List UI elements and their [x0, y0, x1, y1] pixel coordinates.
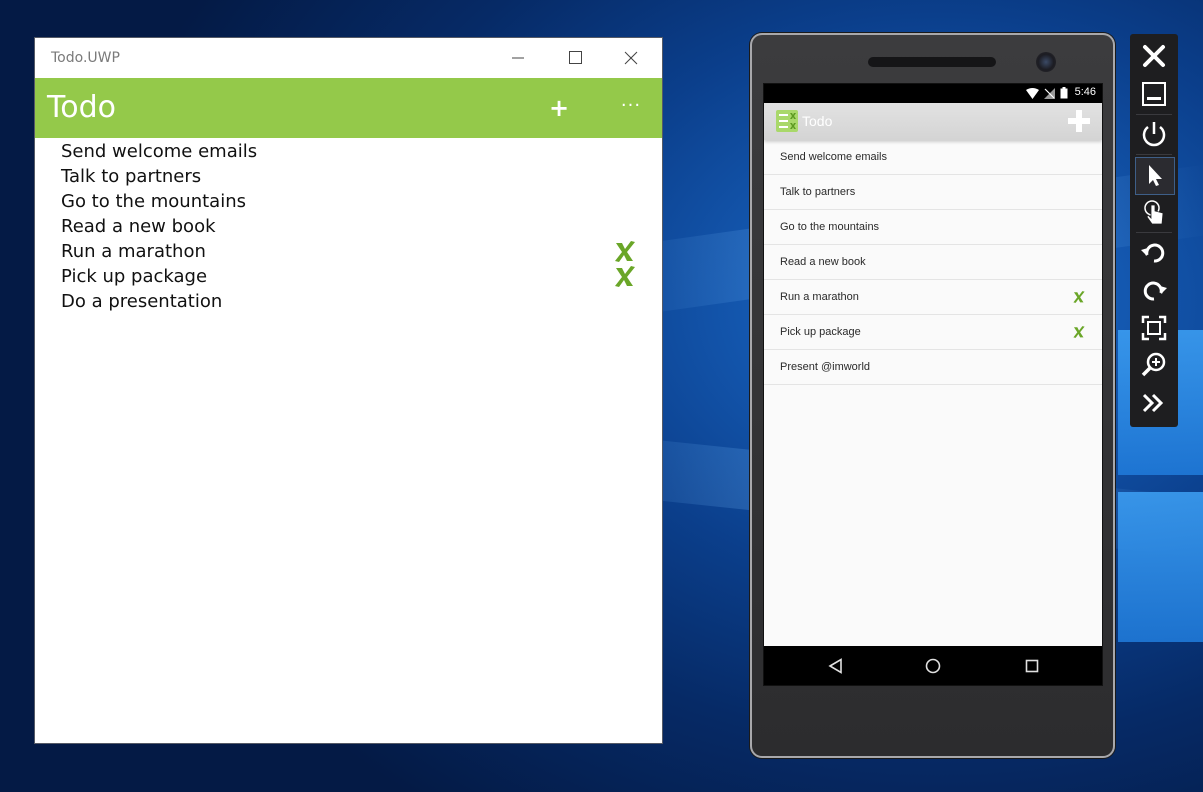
phone-camera [1036, 52, 1056, 72]
check-mark-icon [1073, 291, 1085, 303]
page-title: Todo [47, 90, 116, 125]
todo-list: Send welcome emails Talk to partners Go … [35, 139, 662, 314]
emulator-toolbar [1130, 34, 1178, 427]
rotate-right-icon[interactable] [1138, 274, 1170, 306]
page-title: Todo [802, 113, 833, 129]
android-app-bar: Todo [764, 103, 1102, 140]
more-options-button[interactable]: ··· [615, 88, 647, 128]
todo-item-label: Present @imworld [780, 361, 871, 373]
todo-item[interactable]: Talk to partners [35, 164, 662, 189]
minimize-button[interactable] [490, 38, 547, 78]
close-icon [624, 51, 638, 65]
todo-item[interactable]: Talk to partners [764, 175, 1102, 210]
zoom-icon[interactable] [1138, 349, 1170, 381]
desktop-background: Todo.UWP Todo + ··· Send welcome emails … [0, 0, 1203, 792]
toolbar-divider [1136, 232, 1172, 233]
status-time: 5:46 [1074, 86, 1096, 98]
todo-item[interactable]: Do a presentation [35, 289, 662, 314]
toolbar-divider [1136, 154, 1172, 155]
todo-item[interactable]: Read a new book [35, 214, 662, 239]
signal-icon [1044, 88, 1055, 99]
minimize-icon [512, 57, 524, 59]
android-navigation-bar [764, 646, 1102, 685]
toolbar-divider [1136, 114, 1172, 115]
phone-speaker [868, 57, 996, 67]
background-window-pane [1118, 492, 1203, 642]
todo-item[interactable]: Run a marathon [35, 239, 662, 264]
android-emulator-device: 5:46 Todo Send welcome emails Talk to pa… [750, 33, 1115, 758]
power-icon[interactable] [1138, 118, 1170, 150]
maximize-button[interactable] [547, 38, 604, 78]
todo-item-label: Talk to partners [780, 186, 856, 198]
todo-item-label: Pick up package [61, 266, 208, 287]
recent-apps-button[interactable] [1022, 656, 1042, 676]
todo-item-label: Read a new book [61, 216, 216, 237]
back-button[interactable] [826, 656, 846, 676]
home-button[interactable] [923, 656, 943, 676]
todo-item[interactable]: Present @imworld [764, 350, 1102, 385]
todo-item-label: Run a marathon [61, 241, 206, 262]
close-icon[interactable] [1138, 40, 1170, 72]
app-header-bar: Todo + ··· [35, 78, 662, 138]
todo-item[interactable]: Run a marathon [764, 280, 1102, 315]
phone-screen: 5:46 Todo Send welcome emails Talk to pa… [763, 83, 1103, 686]
status-bar: 5:46 [764, 84, 1102, 103]
battery-icon [1060, 87, 1068, 99]
uwp-app-window: Todo.UWP Todo + ··· Send welcome emails … [35, 38, 662, 743]
todo-item-label: Talk to partners [61, 166, 202, 187]
touch-icon[interactable] [1138, 196, 1170, 228]
wifi-icon [1026, 88, 1039, 99]
window-title: Todo.UWP [51, 50, 120, 66]
more-icon[interactable] [1138, 387, 1170, 419]
todo-item-label: Read a new book [780, 256, 866, 268]
todo-item-label: Pick up package [780, 326, 861, 338]
window-titlebar[interactable]: Todo.UWP [35, 38, 662, 78]
add-item-button[interactable]: + [543, 88, 575, 128]
todo-item[interactable]: Send welcome emails [764, 140, 1102, 175]
todo-item-label: Send welcome emails [780, 151, 887, 163]
todo-item[interactable]: Pick up package [764, 315, 1102, 350]
minimize-icon[interactable] [1138, 78, 1170, 110]
maximize-icon [569, 51, 582, 64]
todo-item[interactable]: Read a new book [764, 245, 1102, 280]
todo-item-label: Send welcome emails [61, 141, 258, 162]
check-mark-icon [1073, 326, 1085, 338]
todo-item[interactable]: Go to the mountains [764, 210, 1102, 245]
rotate-left-icon[interactable] [1138, 236, 1170, 268]
app-logo-icon [776, 110, 798, 132]
check-mark-icon [615, 266, 635, 287]
add-item-button[interactable] [1066, 108, 1092, 134]
close-button[interactable] [604, 38, 661, 78]
todo-item-label: Go to the mountains [780, 221, 880, 233]
check-mark-icon [615, 241, 635, 262]
fit-screen-icon[interactable] [1138, 312, 1170, 344]
pointer-icon[interactable] [1138, 159, 1170, 191]
todo-item-label: Run a marathon [780, 291, 859, 303]
todo-list: Send welcome emails Talk to partners Go … [764, 140, 1102, 385]
todo-item[interactable]: Send welcome emails [35, 139, 662, 164]
todo-item[interactable]: Pick up package [35, 264, 662, 289]
todo-item-label: Go to the mountains [61, 191, 246, 212]
todo-item[interactable]: Go to the mountains [35, 189, 662, 214]
todo-item-label: Do a presentation [61, 291, 223, 312]
